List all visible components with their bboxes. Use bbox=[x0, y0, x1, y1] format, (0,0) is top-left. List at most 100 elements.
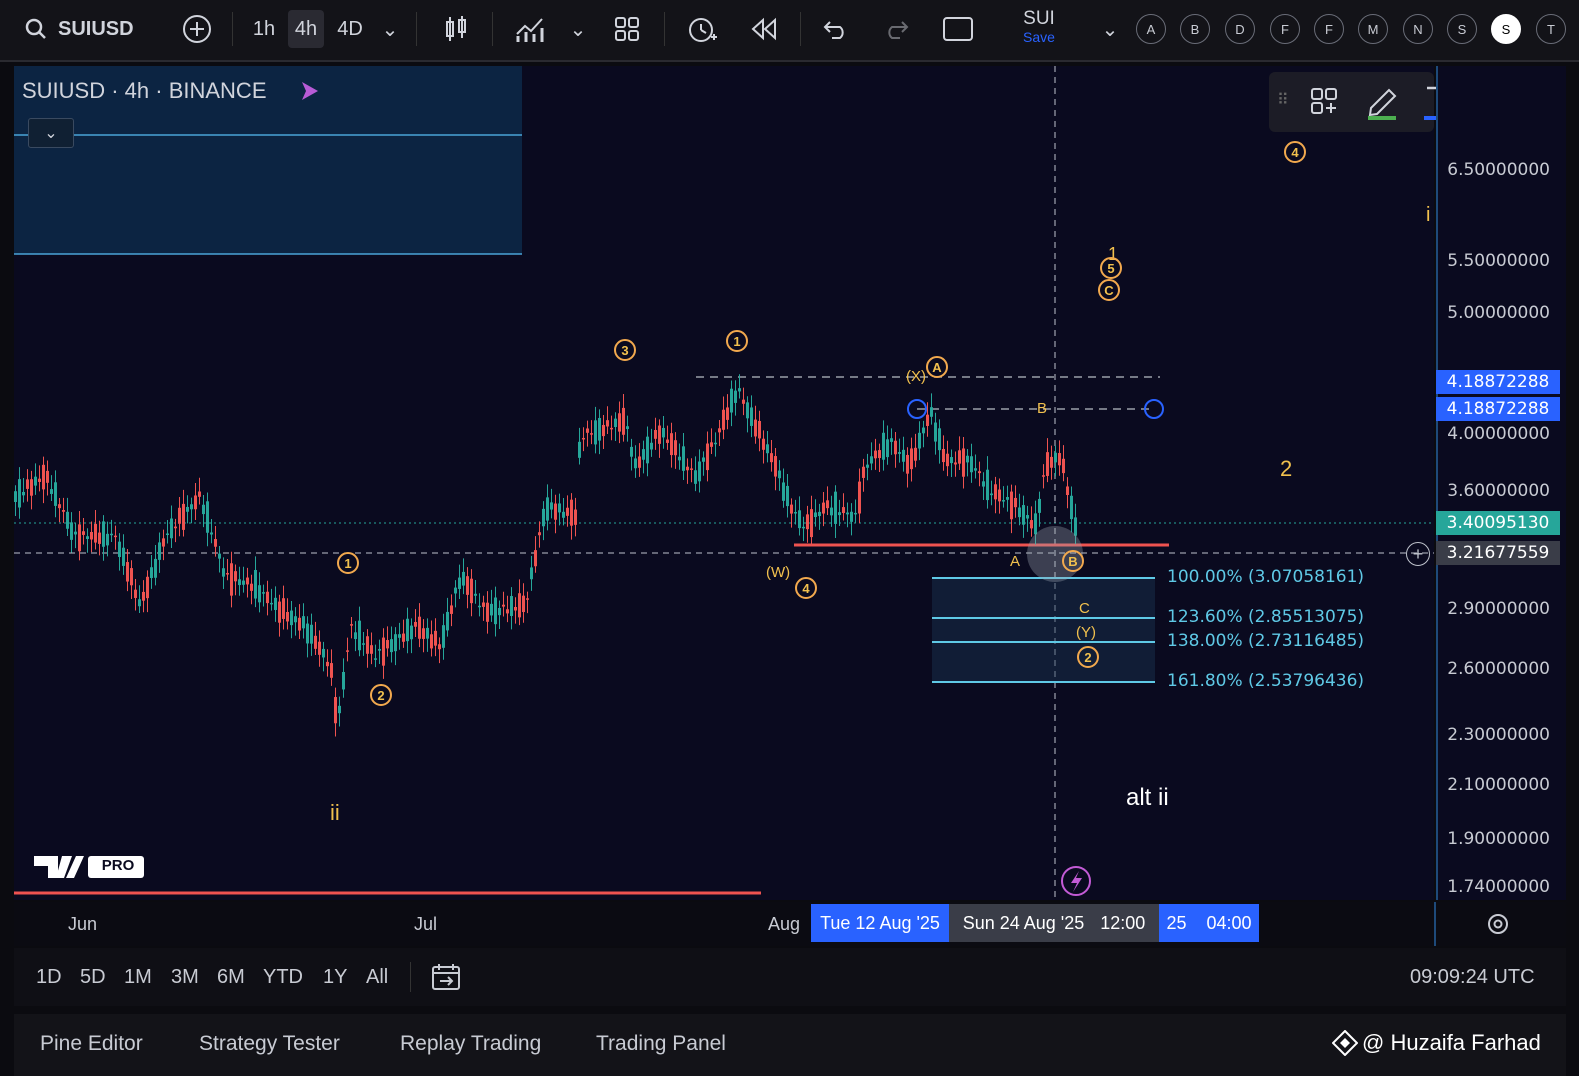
watch-f1[interactable]: F bbox=[1270, 14, 1300, 44]
brain-icon[interactable] bbox=[296, 78, 322, 104]
candle-body bbox=[446, 611, 449, 631]
wave-w: (W) bbox=[766, 564, 791, 581]
candle-body bbox=[982, 481, 985, 487]
range-ytd[interactable]: YTD bbox=[263, 966, 303, 989]
replay-button[interactable] bbox=[744, 10, 784, 48]
candle-body bbox=[554, 503, 557, 520]
candle-body bbox=[218, 553, 221, 559]
layout-button[interactable] bbox=[608, 10, 646, 48]
candle-body bbox=[802, 526, 805, 529]
watch-n[interactable]: N bbox=[1403, 14, 1433, 44]
range-1y[interactable]: 1Y bbox=[323, 966, 347, 989]
layout-save[interactable]: SUI Save bbox=[1010, 8, 1068, 45]
candle-body bbox=[106, 533, 109, 546]
candle-body bbox=[110, 533, 113, 536]
crosshair-add-button[interactable]: + bbox=[1406, 542, 1430, 566]
candle-body bbox=[830, 507, 833, 516]
range-6m[interactable]: 6M bbox=[217, 966, 245, 989]
candle-body bbox=[122, 547, 125, 566]
candle-body bbox=[938, 428, 941, 451]
candle-body bbox=[138, 599, 141, 607]
undo-button[interactable] bbox=[818, 10, 854, 48]
watch-b[interactable]: B bbox=[1180, 14, 1210, 44]
indicators-button[interactable] bbox=[510, 10, 550, 48]
tab-replay-trading[interactable]: Replay Trading bbox=[400, 1032, 541, 1056]
template-icon[interactable] bbox=[1309, 86, 1339, 121]
candle-body bbox=[234, 571, 237, 582]
undo-icon bbox=[823, 21, 844, 39]
add-symbol-button[interactable] bbox=[178, 10, 216, 48]
range-end-time: 04:00 bbox=[1206, 912, 1252, 933]
last-price-label: 3.40095130 bbox=[1436, 511, 1560, 535]
fib-100: 100.00% (3.07058161) bbox=[1167, 567, 1365, 587]
chart-type-button[interactable] bbox=[438, 10, 474, 48]
watch-s1[interactable]: S bbox=[1447, 14, 1477, 44]
fullscreen-button[interactable] bbox=[938, 10, 978, 48]
interval-4h[interactable]: 4h bbox=[288, 10, 324, 48]
chart-legend-title[interactable]: SUIUSD · 4h · BINANCE bbox=[22, 78, 267, 104]
candle-body bbox=[882, 432, 885, 460]
interval-dropdown[interactable]: ⌄ bbox=[378, 10, 402, 48]
candle-body bbox=[530, 567, 533, 580]
candle-body bbox=[858, 481, 861, 514]
redo-button[interactable] bbox=[878, 10, 914, 48]
tab-pine-editor[interactable]: Pine Editor bbox=[40, 1032, 143, 1056]
candle-body bbox=[1038, 498, 1041, 513]
candle-body bbox=[466, 576, 469, 595]
candle-body bbox=[290, 610, 293, 626]
legend-collapse-button[interactable]: ⌄ bbox=[28, 118, 74, 148]
candle-body bbox=[154, 558, 157, 578]
indicators-dropdown[interactable]: ⌄ bbox=[566, 10, 590, 48]
range-1d[interactable]: 1D bbox=[36, 966, 62, 989]
chevron-down-icon: ⌄ bbox=[569, 18, 587, 41]
price-axis[interactable]: 6.50000000 5.50000000 5.00000000 4.18872… bbox=[1436, 66, 1566, 900]
candle-body bbox=[282, 598, 285, 619]
candle-body bbox=[634, 458, 637, 469]
candle-body bbox=[986, 469, 989, 501]
tab-trading-panel[interactable]: Trading Panel bbox=[596, 1032, 726, 1056]
candle-body bbox=[726, 407, 729, 420]
candle-body bbox=[806, 514, 809, 530]
candle-body bbox=[918, 432, 921, 449]
candle-body bbox=[702, 457, 705, 462]
range-5d[interactable]: 5D bbox=[80, 966, 106, 989]
clock-label[interactable]: 09:09:24 UTC bbox=[1410, 966, 1535, 989]
price-label: 1.74000000 bbox=[1447, 877, 1550, 897]
layout-dropdown[interactable]: ⌄ bbox=[1098, 10, 1122, 48]
candle-body bbox=[766, 444, 769, 454]
watch-d[interactable]: D bbox=[1225, 14, 1255, 44]
settings-icon[interactable] bbox=[1486, 912, 1510, 941]
watch-t[interactable]: T bbox=[1536, 14, 1566, 44]
candle-body bbox=[294, 616, 297, 623]
candle-body bbox=[102, 521, 105, 547]
drag-handle-icon[interactable]: ⠿ bbox=[1277, 90, 1289, 110]
tab-strategy-tester[interactable]: Strategy Tester bbox=[199, 1032, 340, 1056]
alert-button[interactable] bbox=[682, 10, 722, 48]
interval-4D[interactable]: 4D bbox=[330, 10, 370, 48]
candle-body bbox=[82, 531, 85, 535]
candle-body bbox=[850, 511, 853, 522]
candle-body bbox=[650, 442, 653, 450]
candle-body bbox=[1046, 452, 1049, 476]
candle-body bbox=[462, 571, 465, 586]
candle-body bbox=[58, 504, 61, 509]
wave-4-top: 4 bbox=[1284, 141, 1306, 163]
candle-body bbox=[78, 524, 81, 552]
range-1m[interactable]: 1M bbox=[124, 966, 152, 989]
time-axis[interactable]: Jun Jul Aug Tue 12 Aug '25 Sun 24 Aug '2… bbox=[14, 902, 1566, 946]
candle-body bbox=[906, 454, 909, 474]
watch-a[interactable]: A bbox=[1136, 14, 1166, 44]
watch-s2[interactable]: S bbox=[1491, 14, 1521, 44]
range-all[interactable]: All bbox=[366, 966, 388, 989]
symbol-search[interactable]: SUIUSD bbox=[24, 10, 154, 48]
goto-date-icon[interactable] bbox=[430, 962, 462, 997]
price-label: 6.50000000 bbox=[1447, 160, 1550, 180]
pencil-icon[interactable] bbox=[1365, 82, 1399, 125]
range-3m[interactable]: 3M bbox=[171, 966, 199, 989]
candle-body bbox=[1022, 505, 1025, 525]
interval-1h[interactable]: 1h bbox=[246, 10, 282, 48]
chart-pane[interactable]: SUIUSD · 4h · BINANCE ⌄ PRO ⠿ 4 i 1 5 C … bbox=[14, 66, 1534, 900]
candle-body bbox=[826, 500, 829, 509]
watch-f2[interactable]: F bbox=[1314, 14, 1344, 44]
watch-m[interactable]: M bbox=[1358, 14, 1388, 44]
